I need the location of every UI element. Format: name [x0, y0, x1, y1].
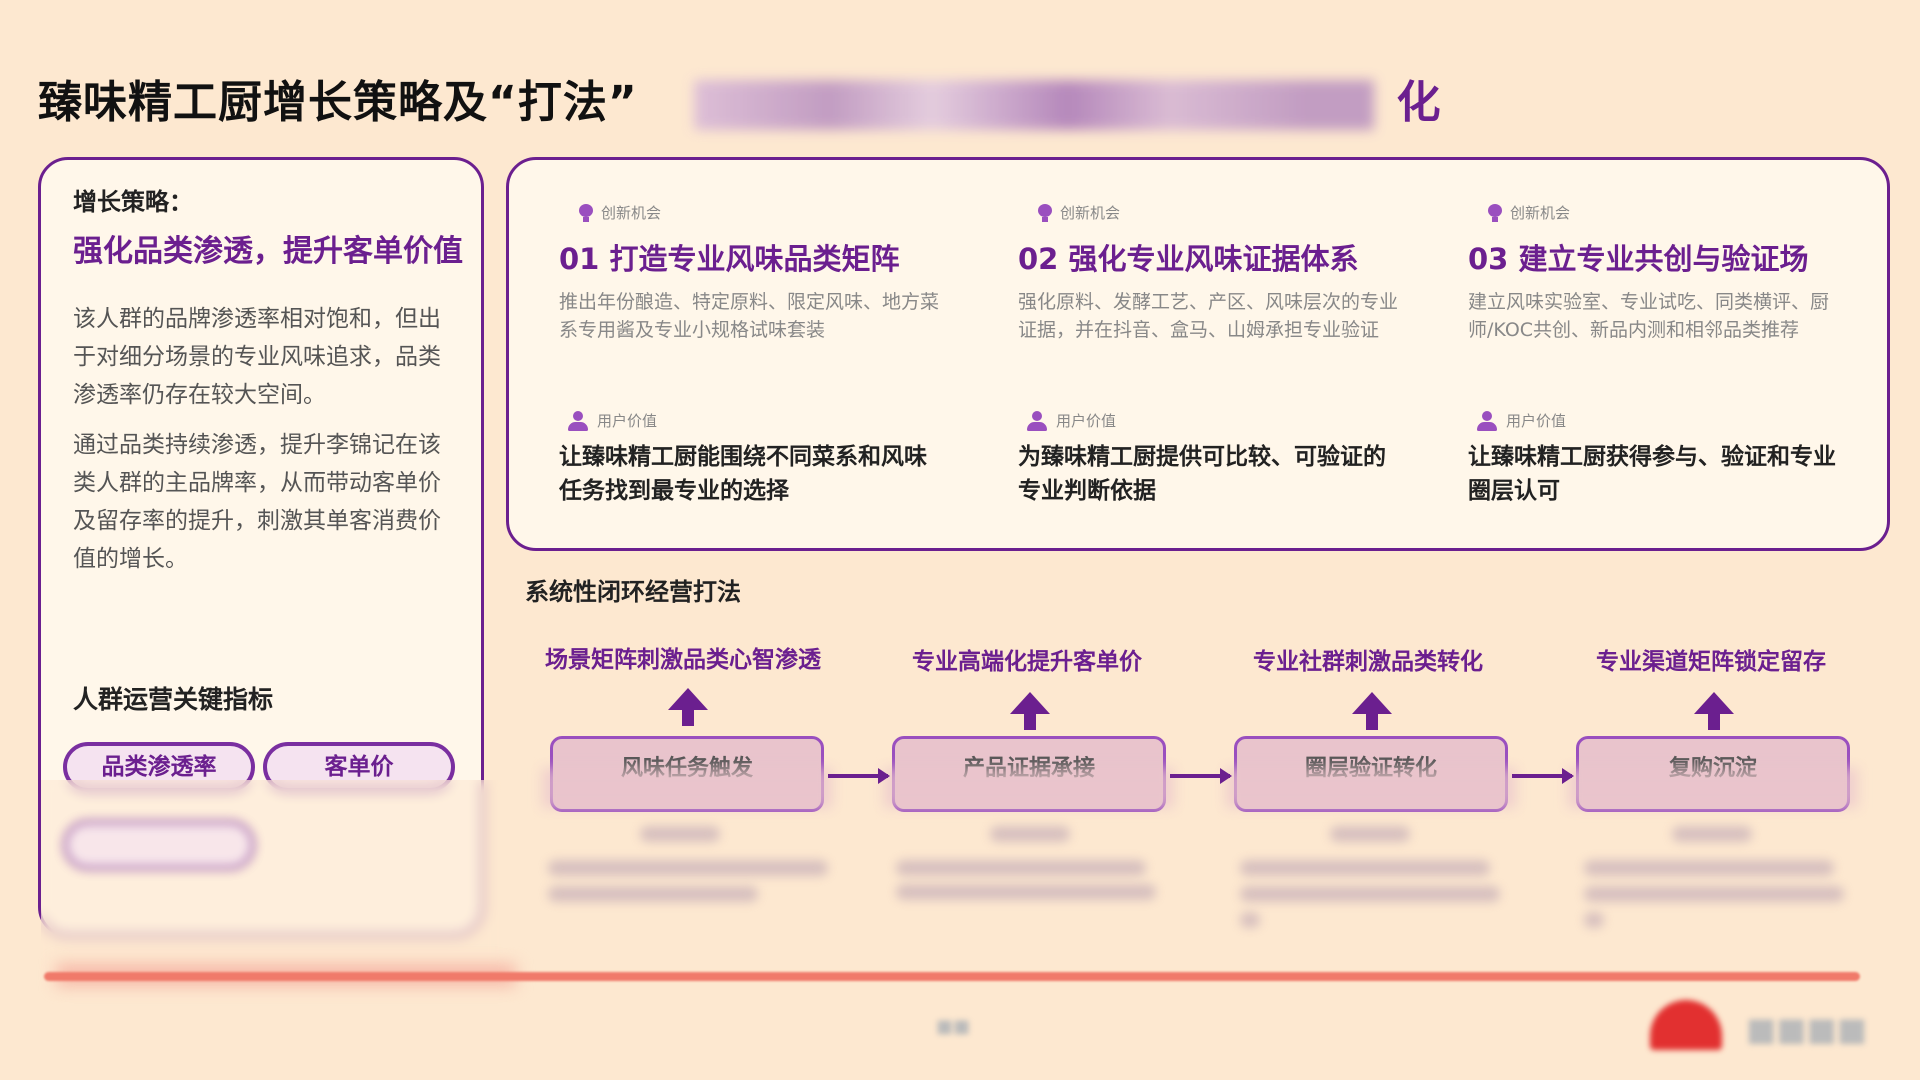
- page-title: 臻味精工厨增长策略及“打法” 化: [38, 66, 1442, 130]
- stage-blur-overlay: [542, 768, 832, 808]
- value-tag-label: 用户价值: [1506, 412, 1567, 430]
- blurred-text: [1240, 912, 1260, 928]
- person-icon: [1026, 410, 1048, 431]
- page-number-blurred: ■■: [936, 1016, 971, 1037]
- flow-goal-2: 专业高端化提升客单价: [912, 649, 1142, 675]
- value-tag-label: 用户价值: [597, 412, 658, 430]
- opportunity-tag: 创新机会: [1488, 202, 1570, 223]
- bulb-icon: [1488, 203, 1502, 222]
- strategy-statement: 强化品类渗透，提升客单价值: [73, 234, 463, 269]
- page-title-text: 臻味精工厨增长策略及“打法”: [38, 77, 638, 128]
- opportunity-tag-label: 创新机会: [601, 204, 662, 222]
- value-tag-label: 用户价值: [1056, 412, 1117, 430]
- opportunity-title: 01 打造专业风味品类矩阵: [559, 242, 900, 276]
- value-tag: 用户价值: [1026, 410, 1116, 431]
- opportunity-desc: 建立风味实验室、专业试吃、同类横评、厨师/KOC共创、新品内测和相邻品类推荐: [1468, 291, 1830, 341]
- up-arrow-icon: [668, 688, 708, 728]
- blurred-text: [1584, 860, 1834, 876]
- bulb-icon: [1038, 203, 1052, 222]
- opportunity-desc: 推出年份酿造、特定原料、限定风味、地方菜系专用酱及专业小规格试味套装: [559, 291, 940, 341]
- footer-divider: [44, 972, 1860, 981]
- flow-goal-1: 场景矩阵刺激品类心智渗透: [545, 647, 821, 673]
- bulb-icon: [579, 203, 593, 222]
- blurred-text: [548, 886, 758, 902]
- blurred-text: [1672, 826, 1752, 842]
- strategy-paragraph-2: 通过品类持续渗透，提升李锦记在该类人群的主品牌率，从而带动客单价及留存率的提升，…: [73, 432, 441, 572]
- opportunity-tag-label: 创新机会: [1510, 204, 1571, 222]
- brand-logo: [1650, 1000, 1722, 1050]
- value-tag: 用户价值: [1476, 410, 1566, 431]
- flow-goal-4: 专业渠道矩阵锁定留存: [1596, 649, 1826, 675]
- up-arrow-icon: [1352, 692, 1392, 732]
- value-tag: 用户价值: [567, 410, 657, 431]
- blurred-text: [896, 884, 1156, 900]
- blurred-text: [1240, 860, 1490, 876]
- blurred-text: [1584, 886, 1844, 902]
- flow-section-title: 系统性闭环经营打法: [525, 578, 741, 606]
- blurred-kpi-area: [41, 780, 501, 970]
- blurred-text: [1240, 886, 1500, 902]
- user-value-text: 让臻味精工厨获得参与、验证和专业圈层认可: [1468, 444, 1836, 504]
- user-value-text: 让臻味精工厨能围绕不同菜系和风味任务找到最专业的选择: [559, 444, 927, 504]
- blurred-text: [1330, 826, 1410, 842]
- blurred-text: [990, 826, 1070, 842]
- strategy-heading: 增长策略：: [73, 188, 193, 216]
- opportunity-title: 02 强化专业风味证据体系: [1018, 242, 1359, 276]
- opportunity-tag: 创新机会: [1038, 202, 1120, 223]
- blurred-text: [896, 860, 1146, 876]
- user-value-text: 为臻味精工厨提供可比较、可验证的专业判断依据: [1018, 444, 1386, 504]
- right-arrow-icon: [1170, 768, 1232, 784]
- right-arrow-icon: [1512, 768, 1574, 784]
- blurred-text: [548, 860, 828, 876]
- partner-logo: ■■■■: [1746, 1010, 1867, 1048]
- up-arrow-icon: [1010, 692, 1050, 732]
- opportunity-desc: 强化原料、发酵工艺、产区、风味层次的专业证据，并在抖音、盒马、山姆承担专业验证: [1018, 291, 1399, 341]
- stage-blur-overlay: [884, 768, 1174, 808]
- opportunities-panel: 创新机会 01 打造专业风味品类矩阵 推出年份酿造、特定原料、限定风味、地方菜系…: [506, 157, 1890, 551]
- blurred-text: [640, 826, 720, 842]
- strategy-panel: 增长策略： 强化品类渗透，提升客单价值 该人群的品牌渗透率相对饱和，但出于对细分…: [38, 157, 501, 970]
- opportunity-title: 03 建立专业共创与验证场: [1468, 242, 1809, 276]
- blurred-text: [1584, 912, 1604, 928]
- opportunity-tag-label: 创新机会: [1060, 204, 1121, 222]
- right-arrow-icon: [828, 768, 890, 784]
- redacted-title-segment: [694, 80, 1375, 130]
- opportunity-tag: 创新机会: [579, 202, 661, 223]
- page-title-tail: 化: [1396, 77, 1442, 128]
- person-icon: [1476, 410, 1498, 431]
- kpi-pill-blurred: [63, 820, 255, 870]
- strategy-paragraph-1: 该人群的品牌渗透率相对饱和，但出于对细分场景的专业风味追求，品类渗透率仍存在较大…: [73, 306, 441, 408]
- stage-blur-overlay: [1226, 768, 1516, 808]
- flow-goal-3: 专业社群刺激品类转化: [1253, 649, 1483, 675]
- person-icon: [567, 410, 589, 431]
- stage-blur-overlay: [1568, 768, 1858, 808]
- kpi-title: 人群运营关键指标: [73, 685, 274, 714]
- up-arrow-icon: [1694, 692, 1734, 732]
